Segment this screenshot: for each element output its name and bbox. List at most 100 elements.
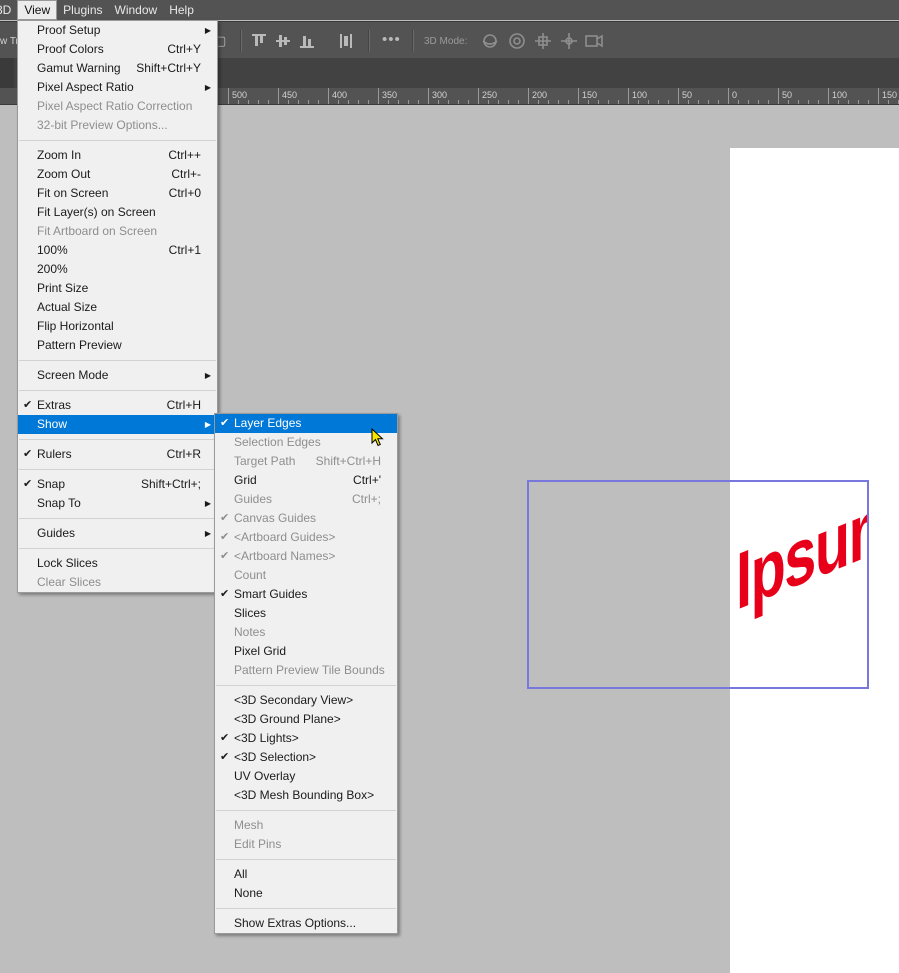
- 3d-mode-icons[interactable]: [481, 31, 606, 51]
- check-icon: ✔: [220, 417, 230, 429]
- view-menu-item-screen-mode[interactable]: Screen Mode ▶: [18, 366, 217, 385]
- menu-window[interactable]: Window: [109, 0, 164, 20]
- menu-item-label: 32-bit Preview Options...: [37, 118, 168, 132]
- view-menu-item-pattern-preview[interactable]: Pattern Preview: [18, 336, 217, 355]
- ruler-tick: [638, 100, 639, 104]
- align-icons[interactable]: [252, 33, 352, 49]
- ruler-tick: [418, 100, 419, 104]
- view-menu-item-200[interactable]: 200%: [18, 260, 217, 279]
- menu-help[interactable]: Help: [163, 0, 200, 20]
- menu-item-label: Smart Guides: [234, 587, 308, 601]
- menu-separator: [19, 469, 216, 470]
- menu-item-label: Layer Edges: [234, 416, 302, 430]
- show-menu-item-3d-mesh-bounding-box[interactable]: <3D Mesh Bounding Box>: [215, 786, 397, 805]
- ruler-tick: [888, 100, 889, 104]
- ruler-tick: [558, 100, 559, 104]
- view-menu-item-pixel-aspect-ratio[interactable]: Pixel Aspect Ratio ▶: [18, 78, 217, 97]
- menu-item-shortcut: Ctrl+H: [166, 398, 201, 412]
- ruler-tick: [618, 100, 619, 104]
- view-menu-item-lock-slices[interactable]: Lock Slices: [18, 554, 217, 573]
- divider: [368, 30, 370, 52]
- show-menu-item-3d-lights[interactable]: ✔ <3D Lights>: [215, 729, 397, 748]
- menu-item-label: <3D Ground Plane>: [234, 712, 341, 726]
- view-menu-item-snap[interactable]: ✔ Snap Shift+Ctrl+;: [18, 475, 217, 494]
- menu-item-label: Guides: [234, 492, 273, 506]
- warped-text-layer: Ipsum: [736, 480, 869, 627]
- ruler-tick: [228, 88, 229, 104]
- view-menu-body: Proof Setup ▶ Proof Colors Ctrl+Y Gamut Warn…: [18, 21, 217, 592]
- check-icon: ✔: [23, 448, 33, 460]
- check-icon: ✔: [220, 550, 230, 562]
- show-menu-item-uv-overlay[interactable]: UV Overlay: [215, 767, 397, 786]
- show-menu-item-artboard-guides: ✔ <Artboard Guides>: [215, 528, 397, 547]
- ruler-label: 450: [282, 90, 298, 100]
- ruler-tick: [488, 100, 489, 104]
- menu-plugins[interactable]: Plugins: [57, 0, 108, 20]
- menu-item-shortcut: Ctrl+Y: [167, 42, 201, 56]
- show-submenu: ✔ Layer Edges Selection Edges Target Path Sh…: [214, 413, 398, 934]
- view-menu-item-flip-horizontal[interactable]: Flip Horizontal: [18, 317, 217, 336]
- view-menu-item-extras[interactable]: ✔ Extras Ctrl+H: [18, 396, 217, 415]
- submenu-arrow-icon: ▶: [204, 529, 211, 538]
- mouse-pointer-icon: [371, 428, 384, 447]
- show-menu-item-pixel-grid[interactable]: Pixel Grid: [215, 642, 397, 661]
- show-menu-item-layer-edges[interactable]: ✔ Layer Edges: [215, 414, 397, 433]
- menu-item-shortcut: Ctrl+;: [351, 492, 381, 506]
- show-menu-item-grid[interactable]: Grid Ctrl+': [215, 471, 397, 490]
- menu-item-label: Flip Horizontal: [37, 319, 114, 333]
- ruler-tick: [598, 100, 599, 104]
- ruler-tick: [298, 100, 299, 104]
- view-menu-item-actual-size[interactable]: Actual Size: [18, 298, 217, 317]
- show-submenu-body: ✔ Layer Edges Selection Edges Target Path Sh…: [215, 414, 397, 933]
- show-menu-item-all[interactable]: All: [215, 865, 397, 884]
- menu-item-label: 100%: [37, 243, 68, 257]
- show-menu-item-3d-secondary-view[interactable]: <3D Secondary View>: [215, 691, 397, 710]
- ruler-tick: [818, 100, 819, 104]
- view-menu-item-proof-setup[interactable]: Proof Setup ▶: [18, 21, 217, 40]
- view-menu: Proof Setup ▶ Proof Colors Ctrl+Y Gamut Warn…: [17, 20, 218, 593]
- ruler-tick: [278, 88, 279, 104]
- view-menu-item-100[interactable]: 100% Ctrl+1: [18, 241, 217, 260]
- ruler-tick: [368, 100, 369, 104]
- ruler-tick: [398, 100, 399, 104]
- menu-item-label: Pattern Preview Tile Bounds: [234, 663, 385, 677]
- show-menu-item-artboard-names: ✔ <Artboard Names>: [215, 547, 397, 566]
- menu-separator: [19, 548, 216, 549]
- ruler-tick: [438, 100, 439, 104]
- ruler-tick: [248, 100, 249, 104]
- show-menu-item-3d-ground-plane[interactable]: <3D Ground Plane>: [215, 710, 397, 729]
- menu-item-label: Pixel Aspect Ratio: [37, 80, 134, 94]
- more-options-icon[interactable]: •••: [382, 31, 401, 48]
- view-menu-item-print-size[interactable]: Print Size: [18, 279, 217, 298]
- show-menu-item-slices[interactable]: Slices: [215, 604, 397, 623]
- ruler-tick: [668, 100, 669, 104]
- ruler-tick: [428, 88, 429, 104]
- view-menu-item-guides[interactable]: Guides ▶: [18, 524, 217, 543]
- show-menu-item-none[interactable]: None: [215, 884, 397, 903]
- view-menu-item-gamut-warning[interactable]: Gamut Warning Shift+Ctrl+Y: [18, 59, 217, 78]
- layer-edges-box: Ipsum: [527, 480, 869, 689]
- menu-item-shortcut: Ctrl+': [353, 473, 381, 487]
- menu-view[interactable]: View: [17, 0, 58, 20]
- check-icon: ✔: [220, 751, 230, 763]
- view-menu-item-zoom-out[interactable]: Zoom Out Ctrl+-: [18, 165, 217, 184]
- show-menu-item-show-extras-options[interactable]: Show Extras Options...: [215, 914, 397, 933]
- menu-item-shortcut: Shift+Ctrl+;: [140, 477, 201, 491]
- show-menu-item-3d-selection[interactable]: ✔ <3D Selection>: [215, 748, 397, 767]
- show-menu-item-canvas-guides: ✔ Canvas Guides: [215, 509, 397, 528]
- 3d-mode-label: 3D Mode:: [424, 36, 468, 47]
- view-menu-item-fit-layer-s-on-screen[interactable]: Fit Layer(s) on Screen: [18, 203, 217, 222]
- menu-3d[interactable]: 3D: [0, 0, 17, 20]
- view-menu-item-fit-on-screen[interactable]: Fit on Screen Ctrl+0: [18, 184, 217, 203]
- menu-item-label: Proof Colors: [37, 42, 104, 56]
- view-menu-item-snap-to[interactable]: Snap To ▶: [18, 494, 217, 513]
- ruler-label: 300: [432, 90, 448, 100]
- ruler-tick: [308, 100, 309, 104]
- view-menu-item-rulers[interactable]: ✔ Rulers Ctrl+R: [18, 445, 217, 464]
- ruler-tick: [378, 88, 379, 104]
- view-menu-item-proof-colors[interactable]: Proof Colors Ctrl+Y: [18, 40, 217, 59]
- menu-item-label: Target Path: [234, 454, 296, 468]
- view-menu-item-zoom-in[interactable]: Zoom In Ctrl++: [18, 146, 217, 165]
- view-menu-item-show[interactable]: Show ▶: [18, 415, 217, 434]
- show-menu-item-smart-guides[interactable]: ✔ Smart Guides: [215, 585, 397, 604]
